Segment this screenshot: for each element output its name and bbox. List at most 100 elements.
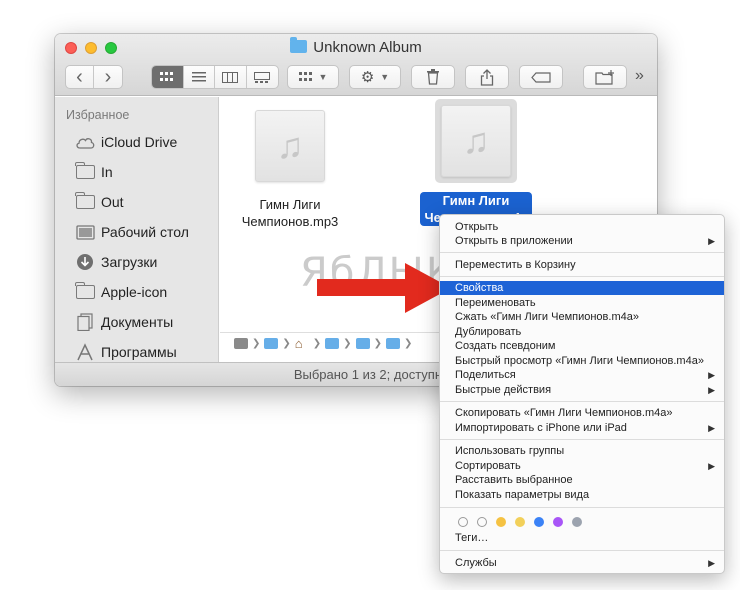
menu-item-show-view-options[interactable]: Показать параметры вида	[440, 488, 724, 502]
tag-color-orange[interactable]	[496, 517, 506, 527]
file-item-selected[interactable]: ♫ Гимн ЛигиЧемпионов.m4a	[413, 99, 539, 227]
columns-icon	[222, 71, 239, 83]
sidebar-item-in[interactable]: In	[75, 160, 113, 184]
file-item[interactable]: ♫ Гимн Лиги Чемпионов.mp3	[230, 110, 350, 230]
group-by-button[interactable]: ▼	[287, 65, 339, 89]
share-button[interactable]	[465, 65, 509, 89]
music-note-icon: ♫	[462, 120, 490, 161]
sidebar-item-apple-icon[interactable]: Apple-icon	[75, 280, 167, 304]
grid-icon	[160, 72, 174, 81]
menu-item-compress[interactable]: Сжать «Гимн Лиги Чемпионов.m4a»	[440, 310, 724, 324]
context-menu: Открыть Открыть в приложении ▶ Переместит…	[439, 214, 725, 574]
tag-color-yellow[interactable]	[515, 517, 525, 527]
sidebar-item-documents[interactable]: Документы	[75, 310, 173, 334]
pointer-arrow-shaft	[317, 279, 409, 296]
desktop-icon	[75, 222, 95, 242]
disk-icon[interactable]	[234, 338, 248, 349]
documents-icon	[75, 312, 95, 332]
icon-view-button[interactable]	[152, 66, 184, 88]
folder-icon[interactable]	[355, 338, 370, 349]
tag-color-gray[interactable]	[572, 517, 582, 527]
menu-item-quick-actions[interactable]: Быстрые действия ▶	[440, 383, 724, 397]
submenu-arrow-icon: ▶	[708, 558, 715, 568]
tag-color-none[interactable]	[458, 517, 468, 527]
submenu-arrow-icon: ▶	[708, 370, 715, 380]
sidebar-item-label: Документы	[101, 314, 174, 330]
file-thumbnail: ♫	[441, 105, 511, 177]
download-icon	[75, 252, 95, 272]
menu-item-share[interactable]: Поделиться ▶	[440, 368, 724, 382]
menu-item-duplicate[interactable]: Дублировать	[440, 325, 724, 339]
sidebar-item-label: Загрузки	[101, 254, 158, 270]
sidebar-item-out[interactable]: Out	[75, 190, 124, 214]
menu-item-clean-up-selection[interactable]: Расставить выбранное	[440, 473, 724, 487]
menu-item-make-alias[interactable]: Создать псевдоним	[440, 339, 724, 353]
menu-separator	[440, 439, 724, 440]
sidebar-item-label: Out	[101, 194, 124, 210]
trash-icon	[427, 69, 439, 85]
list-view-button[interactable]	[184, 66, 215, 88]
gear-icon: ⚙	[360, 69, 375, 86]
tag-color-purple[interactable]	[553, 517, 563, 527]
path-separator: ❯	[252, 338, 261, 349]
sidebar-item-label: iCloud Drive	[101, 134, 178, 150]
forward-button[interactable]: ›	[94, 66, 122, 88]
sidebar-item-label: Программы	[101, 344, 177, 360]
menu-separator	[440, 507, 724, 508]
delete-button[interactable]	[411, 65, 455, 89]
submenu-arrow-icon: ▶	[708, 236, 715, 246]
menu-item-open-with[interactable]: Открыть в приложении ▶	[440, 234, 724, 248]
menu-item-import-from-iphone[interactable]: Импортировать с iPhone или iPad ▶	[440, 421, 724, 435]
folder-icon[interactable]	[385, 338, 400, 349]
toolbar-overflow-button[interactable]: »	[635, 67, 644, 85]
folder-icon	[75, 162, 95, 182]
sidebar-section-favorites: Избранное	[66, 108, 130, 122]
menu-item-tags[interactable]: Теги…	[440, 531, 724, 545]
tag-color-blue[interactable]	[534, 517, 544, 527]
cloud-icon	[75, 132, 95, 152]
chevron-down-icon: ▼	[318, 72, 328, 82]
sidebar-item-desktop[interactable]: Рабочий стол	[75, 220, 189, 244]
applications-icon	[75, 342, 95, 362]
tag-button[interactable]	[519, 65, 563, 89]
menu-item-services[interactable]: Службы ▶	[440, 556, 724, 570]
sidebar-item-label: In	[101, 164, 113, 180]
file-thumbnail: ♫	[255, 110, 325, 182]
path-separator: ❯	[343, 338, 352, 349]
gallery-view-button[interactable]	[247, 66, 278, 88]
folder-icon	[75, 192, 95, 212]
sidebar-item-icloud-drive[interactable]: iCloud Drive	[75, 130, 177, 154]
chevron-down-icon: ▼	[380, 72, 390, 82]
menu-item-sort-by[interactable]: Сортировать ▶	[440, 459, 724, 473]
menu-item-get-info[interactable]: Свойства	[440, 281, 724, 295]
folder-icon[interactable]	[264, 338, 279, 349]
new-folder-button[interactable]	[583, 65, 627, 89]
tag-color-white[interactable]	[477, 517, 487, 527]
sidebar-item-applications[interactable]: Программы	[75, 340, 177, 362]
folder-icon	[290, 37, 308, 53]
menu-separator	[440, 276, 724, 277]
music-note-icon: ♫	[276, 125, 304, 166]
tag-icon	[531, 71, 551, 83]
menu-item-copy[interactable]: Скопировать «Гимн Лиги Чемпионов.m4a»	[440, 406, 724, 420]
sidebar-item-label: Рабочий стол	[101, 224, 189, 240]
back-forward-group: ‹ ›	[65, 65, 123, 89]
back-button[interactable]: ‹	[66, 66, 95, 88]
title-bar: Unknown Album ‹ › ▼ ⚙ ▼ »	[55, 34, 657, 96]
new-folder-icon	[595, 69, 614, 85]
menu-item-rename[interactable]: Переименовать	[440, 296, 724, 310]
list-icon	[191, 72, 206, 82]
column-view-button[interactable]	[215, 66, 247, 88]
action-menu-button[interactable]: ⚙ ▼	[349, 65, 401, 89]
menu-item-open[interactable]: Открыть	[440, 220, 724, 234]
sidebar-item-downloads[interactable]: Загрузки	[75, 250, 157, 274]
window-title-area: Unknown Album	[55, 37, 657, 56]
home-icon[interactable]: ⌂	[295, 337, 309, 350]
path-separator: ❯	[403, 338, 413, 349]
folder-icon[interactable]	[325, 338, 340, 349]
menu-item-move-to-trash[interactable]: Переместить в Корзину	[440, 258, 724, 272]
menu-item-quick-look[interactable]: Быстрый просмотр «Гимн Лиги Чемпионов.m4…	[440, 354, 724, 368]
menu-item-use-groups[interactable]: Использовать группы	[440, 444, 724, 458]
submenu-arrow-icon: ▶	[708, 461, 715, 471]
window-title: Unknown Album	[313, 39, 422, 56]
